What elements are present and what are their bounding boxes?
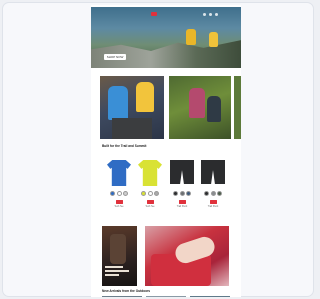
product-name[interactable]: Trail Short: [199, 206, 227, 208]
sale-badge: [178, 200, 186, 204]
nav-icon[interactable]: [215, 13, 218, 16]
color-swatches[interactable]: [136, 191, 164, 196]
product-image[interactable]: [170, 160, 194, 184]
promo-tile[interactable]: [102, 226, 137, 286]
hero-cta-button[interactable]: SHOP NOW: [104, 54, 126, 60]
hiker-figure: [136, 82, 154, 112]
promo-text-line: [105, 270, 129, 272]
color-swatch[interactable]: [179, 191, 185, 196]
hero-hiker: [186, 29, 196, 45]
color-swatch[interactable]: [147, 191, 153, 196]
bottom-thumbnail[interactable]: [190, 296, 230, 297]
feature-photo[interactable]: [169, 76, 231, 139]
nav-icon[interactable]: [209, 13, 212, 16]
product-name[interactable]: Tech Tee: [105, 206, 133, 208]
color-swatch[interactable]: [154, 191, 159, 196]
hero-hiker: [209, 32, 218, 47]
brand-logo[interactable]: [151, 12, 157, 16]
sale-badge: [146, 200, 154, 204]
color-swatches[interactable]: [168, 191, 196, 196]
climber-figure: [207, 96, 221, 122]
color-swatch[interactable]: [204, 191, 209, 196]
feature-photo[interactable]: [234, 76, 241, 139]
section-title: New Arrivals from the Outdoors: [102, 289, 151, 293]
product-card[interactable]: Trail Short: [168, 160, 196, 208]
color-swatch[interactable]: [110, 191, 115, 196]
feature-photo[interactable]: [100, 76, 164, 139]
color-swatch[interactable]: [116, 191, 122, 196]
product-image[interactable]: [201, 160, 225, 184]
hiker-legs: [112, 118, 152, 139]
nav-icon[interactable]: [203, 13, 206, 16]
color-swatch[interactable]: [210, 191, 216, 196]
color-swatches[interactable]: [199, 191, 227, 196]
product-name[interactable]: Trail Short: [168, 206, 196, 208]
product-card[interactable]: Trail Short: [199, 160, 227, 208]
promo-text-line: [105, 266, 123, 268]
climber-figure: [189, 88, 205, 118]
color-swatches[interactable]: [105, 191, 133, 196]
hero-landscape: [91, 40, 241, 68]
hiker-figure: [108, 86, 128, 120]
promo-tile[interactable]: [145, 226, 229, 286]
page-preview: SHOP NOW Built for the Trail and Summit …: [91, 5, 241, 297]
sale-badge: [209, 200, 217, 204]
product-image[interactable]: [107, 160, 131, 186]
hero-banner[interactable]: SHOP NOW: [91, 7, 241, 68]
color-swatch[interactable]: [173, 191, 178, 196]
color-swatch[interactable]: [141, 191, 146, 196]
product-image[interactable]: [138, 160, 162, 186]
section-title: Built for the Trail and Summit: [102, 144, 147, 148]
product-card[interactable]: Tech Tee: [136, 160, 164, 208]
color-swatch[interactable]: [217, 191, 222, 196]
promo-figure: [110, 234, 126, 264]
color-swatch[interactable]: [186, 191, 191, 196]
product-name[interactable]: Tech Tee: [136, 206, 164, 208]
bottom-thumbnail[interactable]: [146, 296, 186, 297]
promo-text-line: [105, 274, 119, 276]
bottom-thumbnail[interactable]: [102, 296, 142, 297]
color-swatch[interactable]: [123, 191, 128, 196]
sale-badge: [115, 200, 123, 204]
product-card[interactable]: Tech Tee: [105, 160, 133, 208]
